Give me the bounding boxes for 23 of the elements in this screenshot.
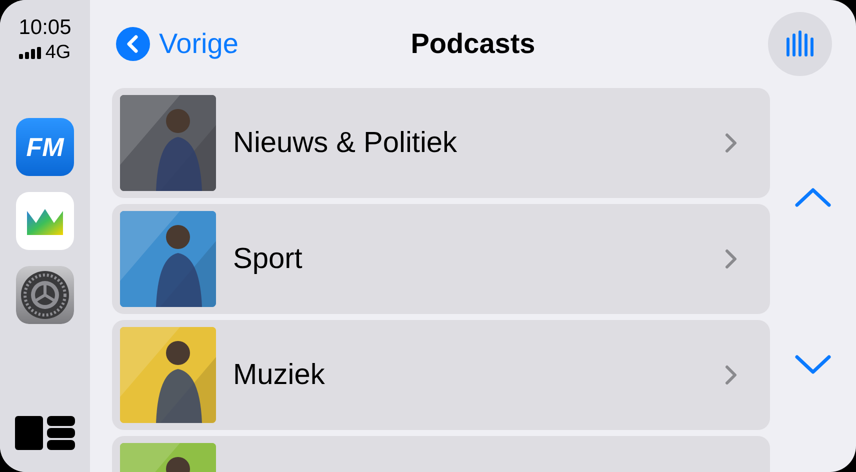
settings-icon[interactable]	[16, 266, 74, 324]
podcast-category-row[interactable]: Nieuws & Politiek	[112, 88, 770, 198]
category-title: Sport	[233, 242, 304, 276]
clock: 10:05	[18, 16, 72, 40]
podcast-category-row[interactable]: Sport	[112, 204, 770, 314]
dashboard-icon[interactable]	[15, 416, 75, 450]
scroll-down-icon[interactable]	[794, 354, 832, 376]
scroll-up-icon[interactable]	[794, 186, 832, 208]
back-button[interactable]: Vorige	[116, 27, 238, 61]
signal-icon	[19, 47, 42, 59]
back-icon	[116, 27, 150, 61]
chevron-icon	[724, 248, 738, 270]
screen-title: Podcasts	[410, 28, 536, 60]
chevron-icon	[724, 364, 738, 386]
audio-bars-icon	[785, 29, 815, 59]
app-icon[interactable]	[16, 192, 74, 250]
category-title: Muziek	[233, 358, 326, 392]
network-label: 4G	[45, 42, 71, 64]
chevron-icon	[724, 132, 738, 154]
podcast-category-row[interactable]: Muziek	[112, 320, 770, 430]
category-title: Nieuws & Politiek	[233, 126, 458, 160]
crown-icon	[27, 207, 63, 235]
app-icon[interactable]: FM	[16, 118, 74, 176]
